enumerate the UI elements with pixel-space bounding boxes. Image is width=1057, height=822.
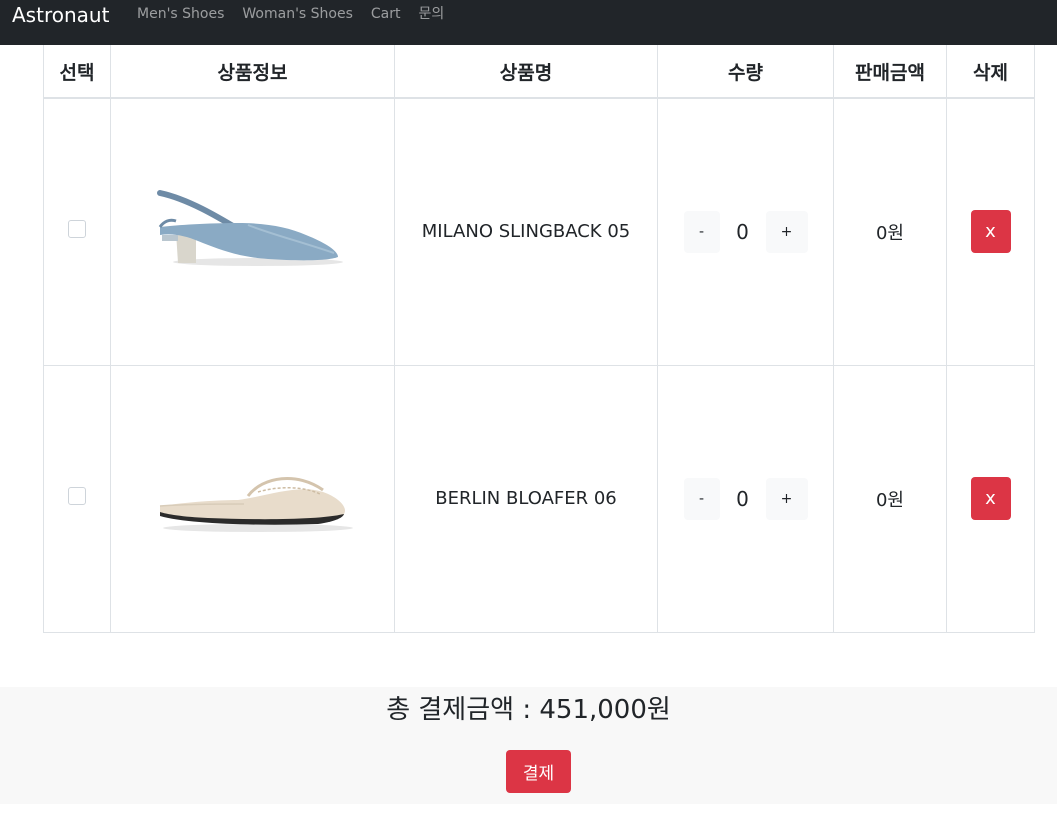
total-amount: 총 결제금액 : 451,000원 bbox=[386, 695, 671, 725]
table-header-row: 선택 상품정보 상품명 수량 판매금액 삭제 bbox=[43, 45, 1035, 99]
select-checkbox[interactable] bbox=[68, 487, 86, 505]
product-image-cell bbox=[110, 97, 395, 366]
table-row: MILANO SLINGBACK 05 - 0 + 0원 x bbox=[43, 97, 1035, 366]
select-cell bbox=[43, 97, 111, 366]
quantity-stepper: - 0 + bbox=[683, 210, 808, 253]
product-image-cell bbox=[110, 364, 395, 633]
nav-link-mens-shoes[interactable]: Men's Shoes bbox=[137, 5, 224, 23]
header-select: 선택 bbox=[43, 45, 111, 99]
decrease-quantity-button[interactable]: - bbox=[683, 477, 720, 520]
quantity-cell: - 0 + bbox=[657, 97, 834, 366]
pay-button[interactable]: 결제 bbox=[506, 750, 571, 793]
quantity-value: 0 bbox=[736, 219, 749, 244]
increase-quantity-button[interactable]: + bbox=[765, 477, 808, 520]
nav-link-inquiry[interactable]: 문의 bbox=[419, 5, 445, 23]
product-name: MILANO SLINGBACK 05 bbox=[394, 97, 658, 366]
table-row: BERLIN BLOAFER 06 - 0 + 0원 x bbox=[43, 364, 1035, 633]
select-checkbox[interactable] bbox=[68, 220, 86, 239]
item-price: 0원 bbox=[833, 364, 947, 633]
nav-link-cart[interactable]: Cart bbox=[371, 5, 401, 23]
beige-loafer-mule-image bbox=[159, 477, 353, 532]
header-quantity: 수량 bbox=[657, 45, 834, 99]
nav-links: Men's Shoes Woman's Shoes Cart 문의 bbox=[137, 5, 444, 23]
delete-item-button[interactable]: x bbox=[970, 477, 1011, 520]
quantity-stepper: - 0 + bbox=[683, 477, 808, 520]
product-name: BERLIN BLOAFER 06 bbox=[394, 364, 658, 633]
payment-summary: 총 결제금액 : 451,000원 결제 bbox=[0, 687, 1057, 804]
decrease-quantity-button[interactable]: - bbox=[683, 210, 720, 253]
delete-cell: x bbox=[946, 364, 1035, 633]
delete-item-button[interactable]: x bbox=[970, 210, 1011, 254]
header-product-info: 상품정보 bbox=[110, 45, 395, 99]
header-delete: 삭제 bbox=[946, 45, 1035, 99]
header-price: 판매금액 bbox=[833, 45, 947, 99]
quantity-value: 0 bbox=[736, 486, 749, 511]
nav-link-womans-shoes[interactable]: Woman's Shoes bbox=[242, 5, 353, 23]
blue-slingback-shoe-image bbox=[156, 190, 343, 267]
increase-quantity-button[interactable]: + bbox=[765, 210, 808, 253]
navbar: Astronaut Men's Shoes Woman's Shoes Cart… bbox=[0, 0, 1057, 45]
item-price: 0원 bbox=[833, 97, 947, 366]
delete-cell: x bbox=[946, 97, 1035, 366]
brand-logo[interactable]: Astronaut bbox=[12, 2, 109, 28]
header-product-name: 상품명 bbox=[394, 45, 658, 99]
quantity-cell: - 0 + bbox=[657, 364, 834, 633]
select-cell bbox=[43, 364, 111, 633]
cart-table: 선택 상품정보 상품명 수량 판매금액 삭제 MILANO SLINGBACK … bbox=[43, 45, 1035, 633]
